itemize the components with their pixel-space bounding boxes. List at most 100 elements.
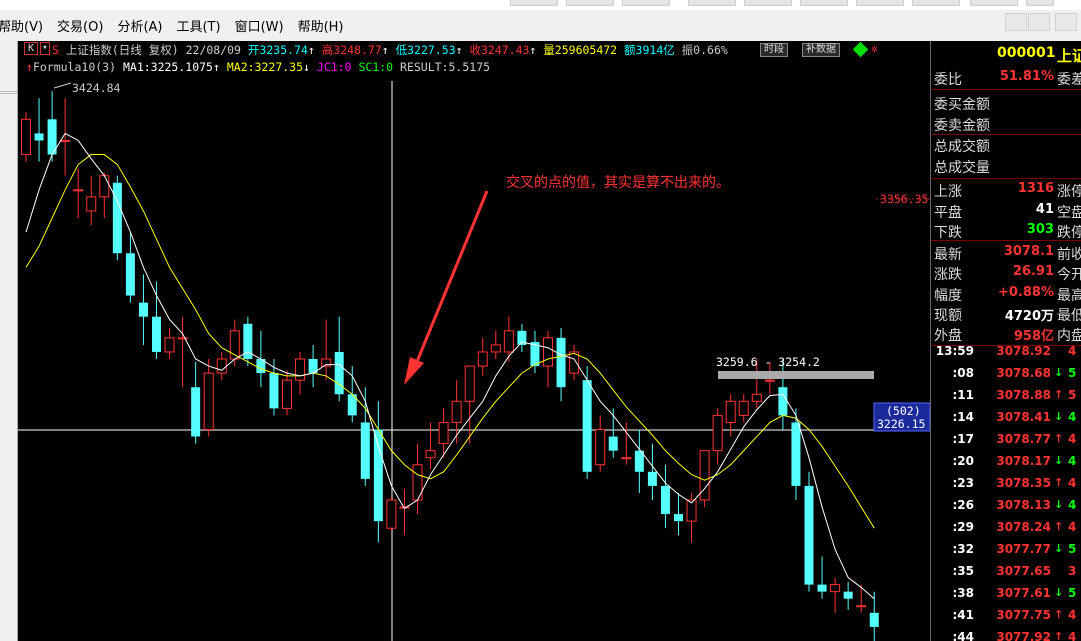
tick-volume: 5 xyxy=(1068,586,1077,600)
quote-value: 26.91 xyxy=(1012,264,1054,279)
candle-body-up xyxy=(438,421,449,445)
tick-volume: 4 xyxy=(1068,476,1077,490)
annotation-arrowhead xyxy=(404,357,424,385)
period-button[interactable]: 时段 xyxy=(760,43,788,57)
header-field: 额3914亿 xyxy=(624,43,675,57)
tick-price: 3077.75 xyxy=(996,608,1051,622)
header-field: S xyxy=(52,43,59,57)
window-button[interactable] xyxy=(800,0,848,6)
tick-price: 3077.77 xyxy=(996,542,1051,556)
header-field: 上证指数(日线 复权) xyxy=(65,43,179,57)
candle-body-down xyxy=(647,471,657,486)
header-field: 22/08/09 xyxy=(185,43,241,57)
tick-row: 13:59 3078.92 4 xyxy=(931,341,1081,363)
toolbar-divider xyxy=(0,91,17,92)
tick-time: :44 xyxy=(952,630,975,641)
tick-time: :20 xyxy=(952,454,975,468)
quote-label-secondary: 空盘 xyxy=(1057,205,1081,221)
candle-body-down xyxy=(608,436,618,451)
toolbar-divider xyxy=(0,93,17,94)
candle-body-down xyxy=(582,380,592,472)
high-price-label: 3424.84 xyxy=(72,81,121,95)
tick-time: :29 xyxy=(952,520,975,534)
fill-data-button[interactable]: 补数据 xyxy=(802,43,840,57)
quote-label-secondary: 涨停 xyxy=(1057,184,1081,200)
tick-volume: 5 xyxy=(1068,542,1077,556)
tick-time: :08 xyxy=(952,366,975,380)
menu-item[interactable]: 交易(O) xyxy=(51,16,111,35)
quote-row: 现额 4720万最低 xyxy=(931,304,1081,324)
tick-price: 3078.17 xyxy=(996,454,1051,468)
quote-label: 下跌 xyxy=(934,225,962,241)
candle-body-down xyxy=(152,316,161,352)
quote-value: 41 xyxy=(1035,202,1054,217)
menu-item[interactable]: 分析(A) xyxy=(111,16,170,35)
menu-row: 帮助(V) 交易(O) 分析(A) 工具(T) 窗口(W) 帮助(H) xyxy=(0,14,352,36)
window-button[interactable] xyxy=(566,0,614,6)
menu-item[interactable]: 窗口(W) xyxy=(229,16,292,35)
window-button[interactable] xyxy=(970,0,1018,6)
candle-body-down xyxy=(125,253,135,296)
dropdown-arrow-icon[interactable]: ▾ xyxy=(40,42,50,55)
quote-row: 总成交量 xyxy=(931,156,1081,176)
tick-volume: 4 xyxy=(1068,520,1077,534)
quote-label-secondary: 跌停 xyxy=(1057,225,1081,241)
window-button[interactable] xyxy=(856,0,904,6)
candle-body-up xyxy=(856,605,867,608)
quote-label-secondary: 前收 xyxy=(1057,247,1081,263)
window-button[interactable] xyxy=(688,0,736,6)
window-button[interactable] xyxy=(744,0,792,6)
tick-volume: 4 xyxy=(1068,498,1077,512)
kline-chart[interactable]: 3424.84 3356.35 (502) 3226.15 3259.6 - 3254.… xyxy=(18,41,930,641)
up-arrow-icon: ↑ xyxy=(1054,388,1064,401)
tick-volume: 5 xyxy=(1068,388,1077,402)
kline-mode-button[interactable]: K xyxy=(24,42,38,55)
window-control[interactable] xyxy=(1028,13,1050,31)
quote-divider xyxy=(931,178,1081,179)
quote-label: 总成交量 xyxy=(934,160,990,176)
candle-body-down xyxy=(804,485,814,585)
candle-body-up xyxy=(764,379,775,382)
candle-body-up xyxy=(425,450,436,459)
stock-code: 000001 xyxy=(997,45,1056,61)
quote-label: 最新 xyxy=(934,247,962,263)
tick-time: :17 xyxy=(952,432,975,446)
candle-body-up xyxy=(60,139,71,142)
annotation-text: 交叉的点的值，其实是算不出来的。 xyxy=(506,174,730,191)
down-arrow-icon: ↓ xyxy=(1054,498,1064,511)
candle-body-up xyxy=(86,196,97,212)
tick-volume: 4 xyxy=(1068,410,1077,424)
tick-row: :20 3078.17 ↓ 4 xyxy=(931,451,1081,473)
window-button[interactable] xyxy=(1026,0,1054,6)
tick-volume: 4 xyxy=(1068,630,1077,641)
window-control[interactable] xyxy=(1055,13,1077,31)
tick-price: 3078.41 xyxy=(996,410,1051,424)
window-button[interactable] xyxy=(622,0,670,6)
quote-label-secondary: 最高 xyxy=(1057,288,1081,304)
range-bar xyxy=(718,371,874,379)
settings-icon[interactable]: ✲ xyxy=(871,42,878,55)
tick-price: 3077.61 xyxy=(996,586,1051,600)
window-control[interactable] xyxy=(1005,13,1027,31)
tick-price: 3078.68 xyxy=(996,366,1051,380)
candle-body-up xyxy=(386,499,397,529)
stock-name: 上证 xyxy=(1057,47,1081,65)
candle-body-down xyxy=(360,422,370,479)
candle-body-down xyxy=(660,485,670,515)
candle-body-down xyxy=(191,387,201,437)
tick-row: :08 3078.68 ↓ 5 xyxy=(931,363,1081,385)
tick-row: :11 3078.88 ↑ 5 xyxy=(931,385,1081,407)
tick-volume: 4 xyxy=(1068,344,1077,358)
tick-price: 3078.24 xyxy=(996,520,1051,534)
menu-item[interactable]: 帮助(H) xyxy=(292,16,352,35)
quote-value: 303 xyxy=(1026,222,1054,237)
menu-item[interactable]: 帮助(V) xyxy=(0,16,51,35)
tick-time: 13:59 xyxy=(935,344,974,358)
tick-row: :17 3078.77 ↑ 4 xyxy=(931,429,1081,451)
window-button[interactable] xyxy=(510,0,558,6)
tick-row: :41 3077.75 ↑ 4 xyxy=(931,605,1081,627)
menu-item[interactable]: 工具(T) xyxy=(170,16,228,35)
candle-body-down xyxy=(817,584,827,592)
window-button[interactable] xyxy=(912,0,960,6)
quote-header-line: S 上证指数(日线 复权) 22/08/09 开3235.74↑ 高3248.7… xyxy=(52,42,728,58)
